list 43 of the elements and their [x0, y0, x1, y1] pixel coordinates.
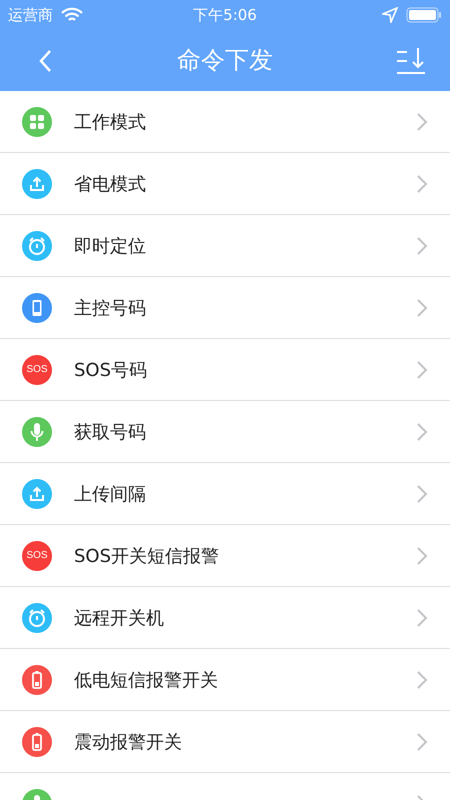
command-label: 震动报警开关 — [74, 730, 183, 754]
chevron-right-icon — [416, 174, 428, 194]
wifi-icon — [61, 7, 83, 23]
chevron-right-icon — [416, 484, 428, 504]
command-item[interactable]: SOS SOS号码 — [0, 339, 450, 401]
command-item[interactable]: 远程开关机 — [0, 587, 450, 649]
command-item[interactable]: 震动报警开关 — [0, 711, 450, 773]
command-label: 获取号码 — [74, 420, 147, 444]
back-icon[interactable] — [38, 48, 52, 72]
chevron-right-icon — [416, 236, 428, 256]
location-arrow-icon — [382, 7, 398, 23]
command-label: 低电短信报警开关 — [74, 668, 219, 692]
command-label: 远程开关机 — [74, 606, 165, 630]
command-item[interactable]: 低电短信报警开关 — [0, 649, 450, 711]
command-item[interactable]: 省电模式 — [0, 153, 450, 215]
page-title: 命令下发 — [177, 45, 273, 76]
command-label: 即时定位 — [74, 234, 147, 258]
sos-icon: SOS — [22, 354, 52, 384]
chevron-right-icon — [416, 732, 428, 752]
command-label: 省电模式 — [74, 172, 147, 196]
command-label: 工作模式 — [74, 110, 147, 134]
command-label: 上传间隔 — [74, 482, 147, 506]
command-item[interactable]: 主控号码 — [0, 277, 450, 339]
command-item[interactable]: 获取号码 — [0, 401, 450, 463]
chevron-right-icon — [416, 112, 428, 132]
command-label: 主控号码 — [74, 296, 147, 320]
chevron-right-icon — [416, 608, 428, 628]
command-label: SOS开关短信报警 — [74, 544, 220, 568]
chevron-right-icon — [416, 546, 428, 566]
battery-icon — [406, 7, 442, 23]
chevron-right-icon — [416, 670, 428, 690]
status-time: 下午5:06 — [193, 6, 257, 24]
sos-icon: SOS — [22, 540, 52, 570]
sort-icon[interactable] — [396, 46, 426, 76]
command-item[interactable]: 工作模式 — [0, 91, 450, 153]
command-item[interactable]: SOS SOS开关短信报警 — [0, 525, 450, 587]
carrier-name: 运营商 — [8, 6, 53, 24]
command-item[interactable]: 上传间隔 — [0, 463, 450, 525]
chevron-right-icon — [416, 298, 428, 318]
command-item[interactable]: 即时定位 — [0, 215, 450, 277]
command-label: SOS号码 — [74, 358, 148, 382]
chevron-right-icon — [416, 422, 428, 442]
chevron-right-icon — [416, 360, 428, 380]
